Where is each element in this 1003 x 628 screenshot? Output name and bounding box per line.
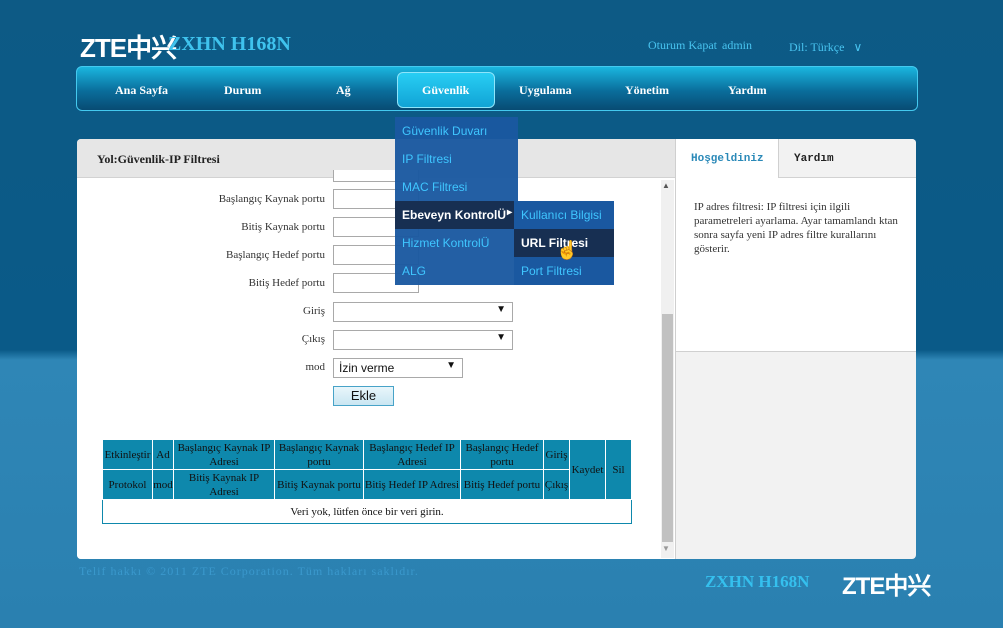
nav-item-security[interactable]: Güvenlik [422, 83, 469, 98]
nav-item-help[interactable]: Yardım [728, 83, 767, 98]
username: admin [722, 38, 752, 52]
label-src-port-start: Başlangıç Kaynak portu [218, 193, 325, 205]
submenu-item-user-info[interactable]: Kullanıcı Bilgisi [514, 201, 614, 229]
add-button[interactable]: Ekle [333, 386, 394, 406]
th-dst-port-start: Başlangıç Hedef portu [460, 439, 544, 470]
tab-welcome-label[interactable]: Hoşgeldiniz [691, 153, 764, 165]
device-model: ZXHN H168N [168, 33, 291, 55]
label-src-port-end: Bitiş Kaynak portu [241, 221, 325, 233]
egress-select[interactable]: ▼ [333, 330, 513, 350]
tab-help[interactable]: Yardım [794, 153, 834, 165]
th-ingress: Giriş [543, 439, 570, 470]
scroll-up-arrow-icon[interactable]: ▲ [662, 181, 670, 190]
chevron-right-icon: ▸ [506, 207, 512, 218]
th-src-ip-end: Bitiş Kaynak IP Adresi [173, 469, 275, 500]
menu-item-service-control[interactable]: Hizmet KontrolÜ [395, 229, 518, 257]
breadcrumb: Yol:Güvenlik-IP Filtresi [97, 152, 220, 166]
scroll-down-arrow-icon[interactable]: ▼ [662, 544, 670, 553]
chevron-down-icon: ∨ [853, 40, 863, 54]
label-dst-port-end: Bitiş Hedef portu [248, 277, 325, 289]
th-egress: Çıkış [543, 469, 570, 500]
submenu-item-port-filter[interactable]: Port Filtresi [514, 257, 614, 285]
language-selector[interactable]: Dil: Türkçe ∨ [789, 40, 862, 55]
footer-model: ZXHN H168N [705, 572, 810, 591]
table-empty-message: Veri yok, lütfen önce bir veri girin. [102, 499, 632, 524]
main-nav: Ana Sayfa Durum Ağ Güvenlik Uygulama Yön… [76, 66, 918, 111]
th-dst-ip-start: Başlangıç Hedef IP Adresi [363, 439, 461, 470]
th-src-port-start: Başlangıç Kaynak portu [274, 439, 364, 470]
th-dst-port-end: Bitiş Hedef portu [460, 469, 544, 500]
th-name: Ad [152, 439, 174, 470]
nav-item-management[interactable]: Yönetim [625, 83, 669, 98]
ingress-select[interactable]: ▼ [333, 302, 513, 322]
nav-item-network[interactable]: Ağ [336, 83, 351, 98]
footer-zte-logo: ZTE中兴 [842, 573, 931, 600]
menu-item-mac-filter[interactable]: MAC Filtresi [395, 173, 518, 201]
hand-cursor-icon: ☝ [556, 240, 579, 260]
label-dst-port-start: Başlangıç Hedef portu [226, 249, 325, 261]
dropdown-arrow-icon: ▼ [496, 332, 506, 343]
th-mode: mod [152, 469, 174, 500]
scrollbar-thumb[interactable] [662, 314, 673, 542]
zte-logo: ZTE中兴 [80, 33, 177, 63]
dropdown-arrow-icon: ▼ [496, 304, 506, 315]
th-src-port-end: Bitiş Kaynak portu [274, 469, 364, 500]
language-label: Dil: Türkçe [789, 40, 845, 54]
mode-value: İzin verme [339, 361, 395, 375]
menu-item-alg[interactable]: ALG [395, 257, 518, 285]
label-mode: mod [305, 361, 325, 373]
logout-link[interactable]: Oturum Kapat [648, 38, 717, 53]
label-ingress: Giriş [303, 305, 325, 317]
menu-item-parental-control-label: Ebeveyn KontrolÜ [402, 208, 507, 222]
menu-item-firewall[interactable]: Güvenlik Duvarı [395, 117, 518, 145]
th-enable: Etkinleştir [102, 439, 153, 470]
th-save: Kaydet [569, 439, 606, 500]
mode-select[interactable]: İzin verme ▼ [333, 358, 463, 378]
th-delete: Sil [605, 439, 632, 500]
th-src-ip-start: Başlangıç Kaynak IP Adresi [173, 439, 275, 470]
dropdown-arrow-icon: ▼ [446, 360, 456, 371]
menu-item-parental-control[interactable]: Ebeveyn KontrolÜ ▸ [395, 201, 518, 229]
help-text: IP adres filtresi: IP filtresi için ilgi… [694, 201, 898, 255]
panel-divider [675, 139, 676, 559]
nav-item-status[interactable]: Durum [224, 83, 261, 98]
copyright: Telif hakkı © 2011 ZTE Corporation. Tüm … [79, 564, 419, 578]
label-egress: Çıkış [301, 333, 325, 345]
nav-item-application[interactable]: Uygulama [519, 83, 572, 98]
filter-table: Etkinleştir Ad Başlangıç Kaynak IP Adres… [102, 439, 632, 524]
th-protocol: Protokol [102, 469, 153, 500]
menu-item-ip-filter[interactable]: IP Filtresi [395, 145, 518, 173]
nav-item-home[interactable]: Ana Sayfa [115, 83, 168, 98]
th-dst-ip-end: Bitiş Hedef IP Adresi [363, 469, 461, 500]
